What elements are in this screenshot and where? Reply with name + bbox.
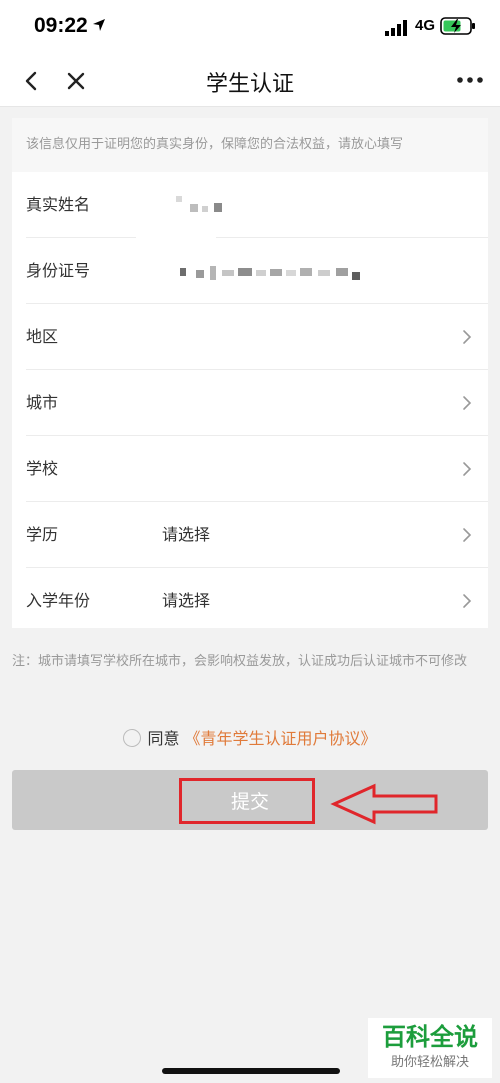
signal-icon: [385, 20, 407, 36]
row-label: 地区: [26, 327, 59, 346]
form-hint: 该信息仅用于证明您的真实身份，保障您的合法权益，请放心填写: [12, 118, 488, 172]
network-label: 4G: [415, 17, 436, 34]
row-value: 请选择: [162, 591, 211, 610]
form-row-region[interactable]: 地区: [26, 304, 488, 370]
blurred-name-value: [176, 196, 222, 212]
chevron-right-icon: [463, 462, 472, 476]
battery-charging-icon: [440, 17, 475, 35]
form-row-id-number[interactable]: 身份证号: [26, 238, 488, 304]
form-row-school[interactable]: 学校: [26, 436, 488, 502]
more-icon[interactable]: [456, 75, 484, 85]
status-time: 09:22: [34, 14, 88, 37]
chevron-right-icon: [463, 330, 472, 344]
row-label: 入学年份: [26, 591, 91, 610]
home-indicator: [162, 1068, 340, 1074]
row-label: 城市: [26, 393, 59, 412]
form-card: 该信息仅用于证明您的真实身份，保障您的合法权益，请放心填写 真实姓名 身份证号: [12, 118, 488, 628]
row-value: 请选择: [162, 525, 211, 544]
chevron-right-icon: [463, 396, 472, 410]
agree-text: 同意: [147, 729, 180, 748]
row-label: 真实姓名: [26, 195, 91, 214]
row-label: 学历: [26, 525, 59, 544]
chevron-right-icon: [463, 594, 472, 608]
watermark-title: 百科全说: [382, 1023, 478, 1051]
form-row-education[interactable]: 学历 请选择: [26, 502, 488, 568]
form-row-city[interactable]: 城市: [26, 370, 488, 436]
blurred-id-value: [180, 266, 360, 280]
annotation-highlight-box: [179, 778, 315, 824]
form-row-enrollment-year[interactable]: 入学年份 请选择: [26, 568, 488, 633]
page-title: 学生认证: [205, 72, 294, 97]
row-label: 身份证号: [26, 261, 91, 280]
agreement-link[interactable]: 《青年学生认证用户协议》: [185, 729, 377, 748]
row-label: 学校: [26, 459, 59, 478]
form-row-real-name[interactable]: 真实姓名: [26, 172, 488, 238]
chevron-right-icon: [463, 528, 472, 542]
status-bar: 09:22 4G: [0, 0, 500, 56]
location-arrow-icon: [93, 19, 105, 31]
annotation-arrow-icon: [330, 783, 438, 825]
agreement-row: 同意 《青年学生认证用户协议》: [0, 725, 500, 748]
nav-bar: 学生认证: [0, 56, 500, 107]
agree-radio[interactable]: [123, 729, 142, 747]
city-note: 注：城市请填写学校所在城市，会影响权益发放，认证成功后认证城市不可修改: [12, 654, 468, 669]
watermark-subtitle: 助你轻松解决: [390, 1055, 469, 1070]
watermark-logo: 百科全说 助你轻松解决: [368, 1018, 492, 1078]
